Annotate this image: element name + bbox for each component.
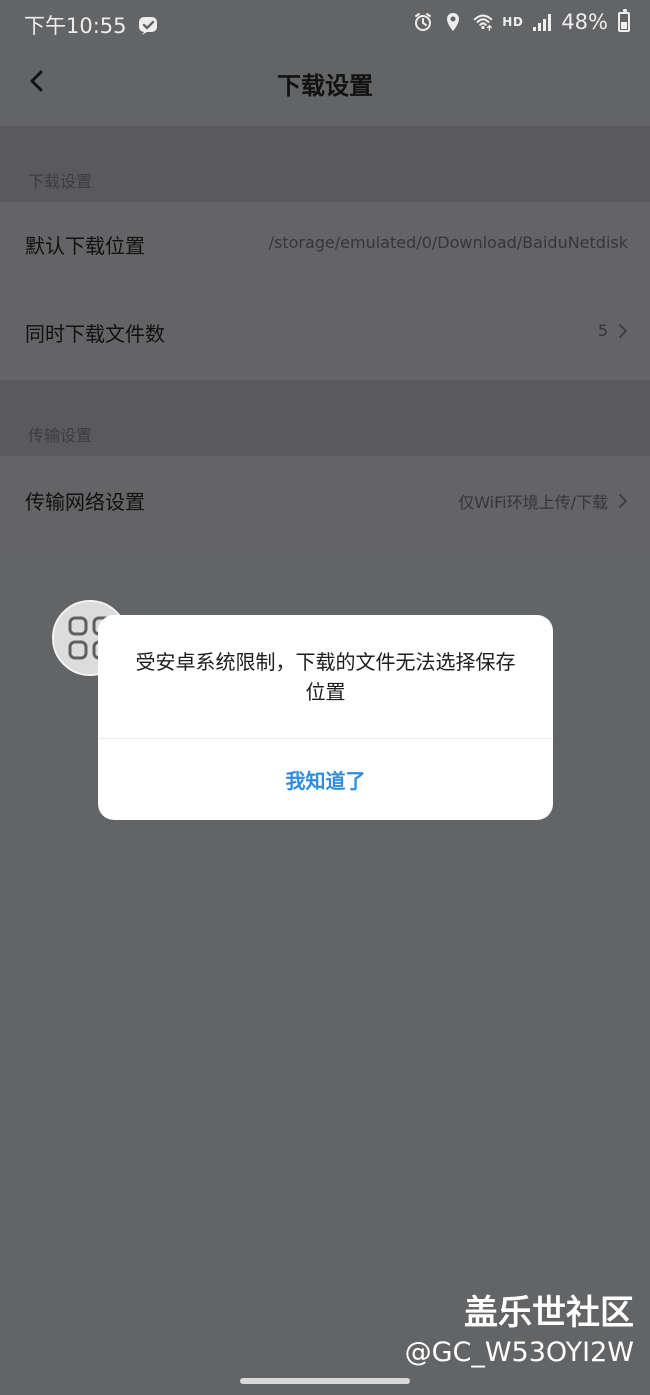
setting-value-transfer-network: 仅WiFi环境上传/下载 bbox=[458, 489, 628, 513]
watermark-user: @GC_W53OYI2W bbox=[404, 1337, 634, 1368]
dialog-message: 受安卓系统限制，下载的文件无法选择保存位置 bbox=[135, 650, 516, 704]
setting-value-default-location: /storage/emulated/0/Download/BaiduNetdis… bbox=[269, 233, 628, 252]
status-time: 下午10:55 bbox=[24, 14, 127, 38]
section-header-transfer: 传输设置 bbox=[0, 380, 650, 456]
home-indicator[interactable] bbox=[240, 1378, 410, 1384]
notice-dialog: 受安卓系统限制，下载的文件无法选择保存位置 我知道了 bbox=[98, 615, 553, 820]
battery-fill bbox=[621, 22, 627, 29]
alarm-icon bbox=[412, 11, 434, 33]
chevron-right-icon bbox=[619, 494, 627, 508]
setting-label-transfer-network: 传输网络设置 bbox=[25, 490, 145, 514]
setting-value-text: /storage/emulated/0/Download/BaiduNetdis… bbox=[268, 233, 628, 252]
setting-value-concurrent-downloads: 5 bbox=[598, 321, 628, 340]
setting-row-concurrent-downloads[interactable]: 同时下载文件数 5 bbox=[0, 290, 650, 378]
setting-value-text: 仅WiFi环境上传/下载 bbox=[458, 493, 608, 512]
setting-label-default-location: 默认下载位置 bbox=[25, 234, 145, 258]
setting-row-transfer-network[interactable]: 传输网络设置 仅WiFi环境上传/下载 bbox=[0, 458, 650, 546]
watermark-title: 盖乐世社区 bbox=[464, 1293, 634, 1333]
section-title-download: 下载设置 bbox=[28, 172, 93, 191]
wifi-icon bbox=[472, 11, 494, 33]
setting-row-default-location[interactable]: 默认下载位置 /storage/emulated/0/Download/Baid… bbox=[0, 202, 650, 290]
setting-label-concurrent-downloads: 同时下载文件数 bbox=[25, 322, 165, 346]
setting-value-text: 5 bbox=[597, 321, 608, 340]
signal-icon bbox=[531, 11, 553, 33]
section-header-download: 下载设置 bbox=[0, 126, 650, 202]
battery-icon bbox=[618, 9, 630, 32]
top-bar: 下载设置 bbox=[0, 48, 650, 126]
chevron-right-icon bbox=[619, 323, 627, 338]
page-title: 下载设置 bbox=[277, 72, 373, 100]
status-bar: 下午10:55 HD 48% bbox=[0, 0, 650, 48]
dialog-confirm-button[interactable]: 我知道了 bbox=[98, 739, 553, 820]
network-label: HD bbox=[502, 15, 524, 29]
status-left: 下午10:55 bbox=[24, 10, 159, 40]
status-right: HD 48% bbox=[412, 9, 630, 34]
battery-percent: 48% bbox=[561, 10, 608, 34]
section-title-transfer: 传输设置 bbox=[28, 426, 93, 445]
location-icon bbox=[442, 11, 464, 33]
messages-icon bbox=[137, 14, 159, 36]
